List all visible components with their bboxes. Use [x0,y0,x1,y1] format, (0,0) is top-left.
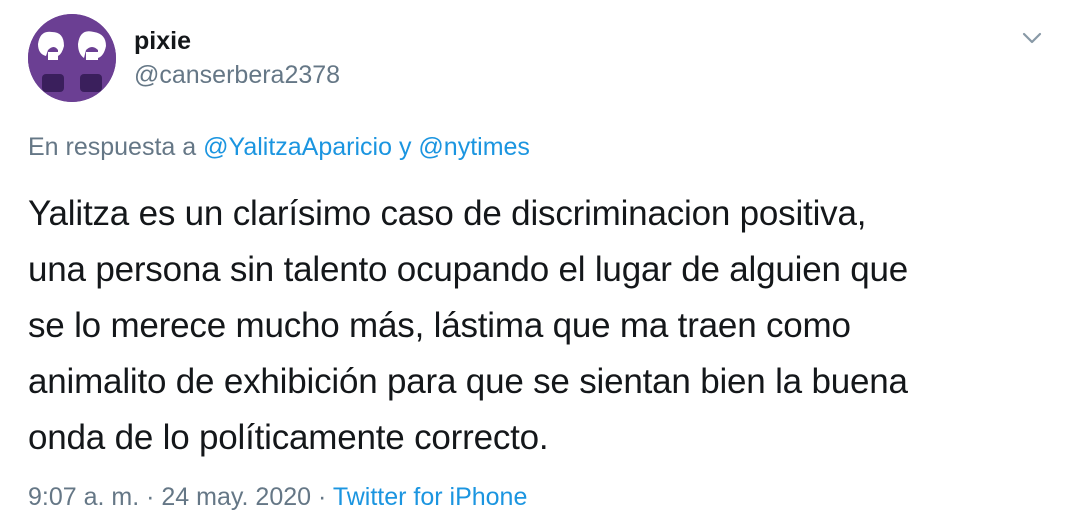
tweet-time[interactable]: 9:07 a. m. [28,483,139,511]
tweet-text: Yalitza es un clarísimo caso de discrimi… [28,186,1058,466]
chevron-down-icon[interactable] [1018,24,1046,52]
meta-separator: · [146,483,155,511]
avatar-image [28,14,116,102]
mention-link[interactable]: @YalitzaAparicio [203,133,392,161]
mention-link[interactable]: @nytimes [418,133,530,161]
tweet-meta: 9:07 a. m. · 24 may. 2020 · Twitter for … [28,481,527,513]
tweet-date[interactable]: 24 may. 2020 [161,483,311,511]
reply-context: En respuesta a @YalitzaAparicio y @nytim… [28,131,530,163]
tweet: pixie @canserbera2378 En respuesta a @Ya… [0,0,1074,528]
tweet-source-link[interactable]: Twitter for iPhone [333,483,528,511]
tweet-text-line: una persona sin talento ocupando el luga… [28,250,909,289]
reply-connector: y [398,133,412,161]
display-name[interactable]: pixie [134,26,191,56]
tweet-text-line: Yalitza es un clarísimo caso de discrimi… [28,194,867,233]
tweet-text-line: animalito de exhibición para que se sien… [28,362,908,401]
tweet-text-line: se lo merece mucho más, lástima que ma t… [28,306,851,345]
meta-separator: · [318,483,327,511]
avatar[interactable] [28,14,116,102]
reply-prefix: En respuesta a [28,133,197,161]
tweet-text-line: onda de lo políticamente correcto. [28,418,549,457]
user-handle[interactable]: @canserbera2378 [134,60,340,90]
